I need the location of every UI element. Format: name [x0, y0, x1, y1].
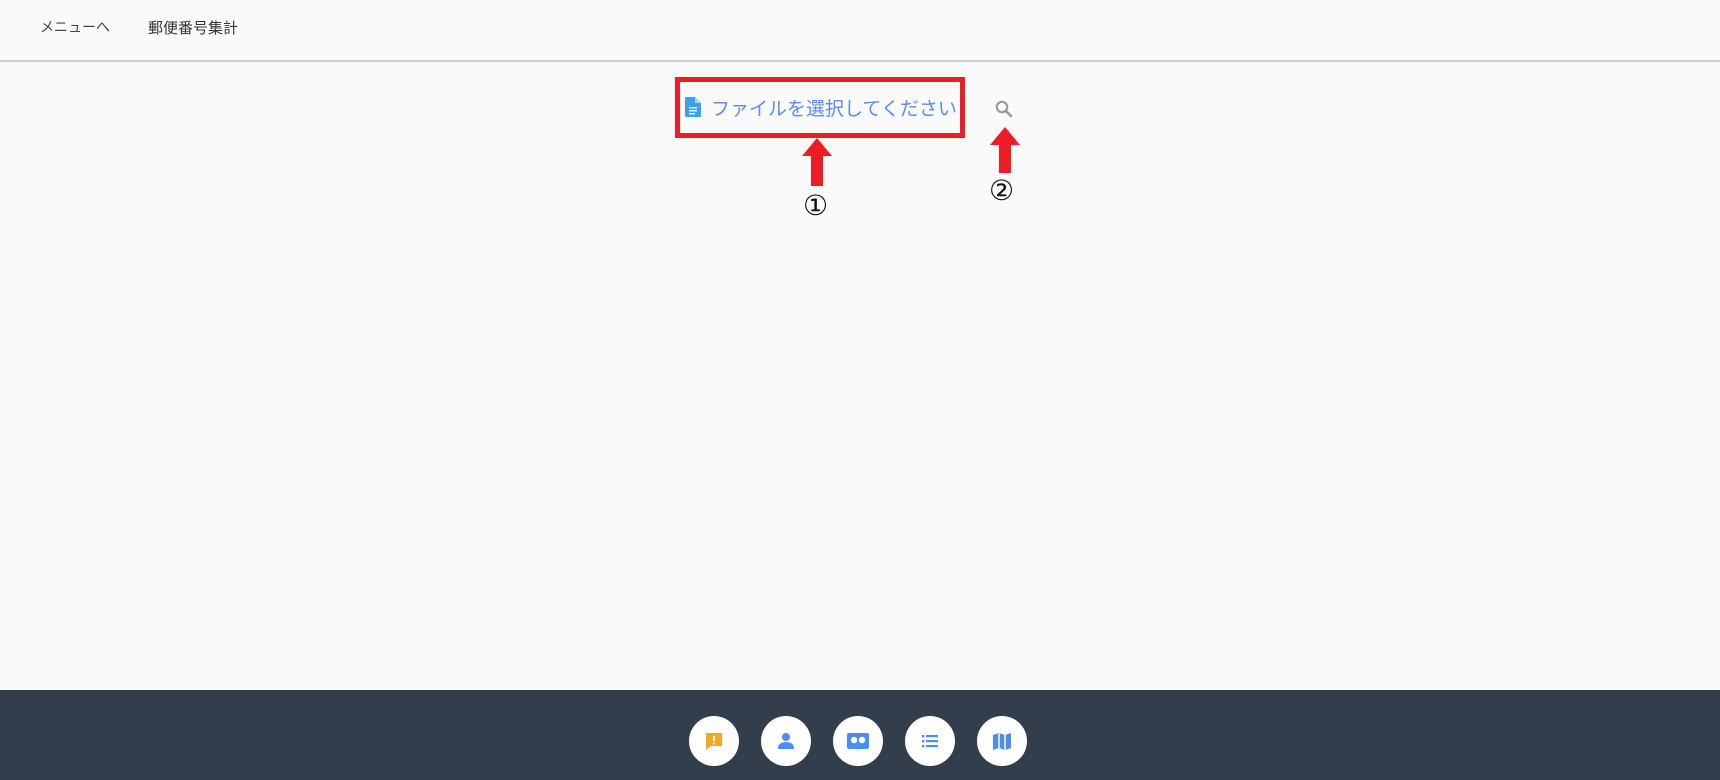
arrow-up-icon: [802, 138, 832, 186]
top-bar: メニューへ 郵便番号集計: [0, 0, 1720, 62]
search-icon[interactable]: [993, 98, 1015, 120]
map-button[interactable]: [977, 716, 1027, 766]
id-card-icon: [847, 733, 869, 749]
highlight-box: [675, 77, 965, 138]
marker-one: ①: [803, 189, 829, 222]
list-icon: [922, 735, 938, 748]
user-button[interactable]: [761, 716, 811, 766]
map-icon: [993, 733, 1011, 750]
marker-two: ②: [989, 174, 1015, 207]
page-title[interactable]: 郵便番号集計: [148, 17, 238, 38]
alert-message-icon: [706, 733, 722, 750]
menu-link[interactable]: メニューへ: [40, 17, 110, 37]
person-icon: [778, 733, 794, 749]
id-card-button[interactable]: [833, 716, 883, 766]
arrow-up-icon: [990, 127, 1020, 173]
bottom-nav-bar: [0, 690, 1720, 780]
list-button[interactable]: [905, 716, 955, 766]
feedback-button[interactable]: [689, 716, 739, 766]
